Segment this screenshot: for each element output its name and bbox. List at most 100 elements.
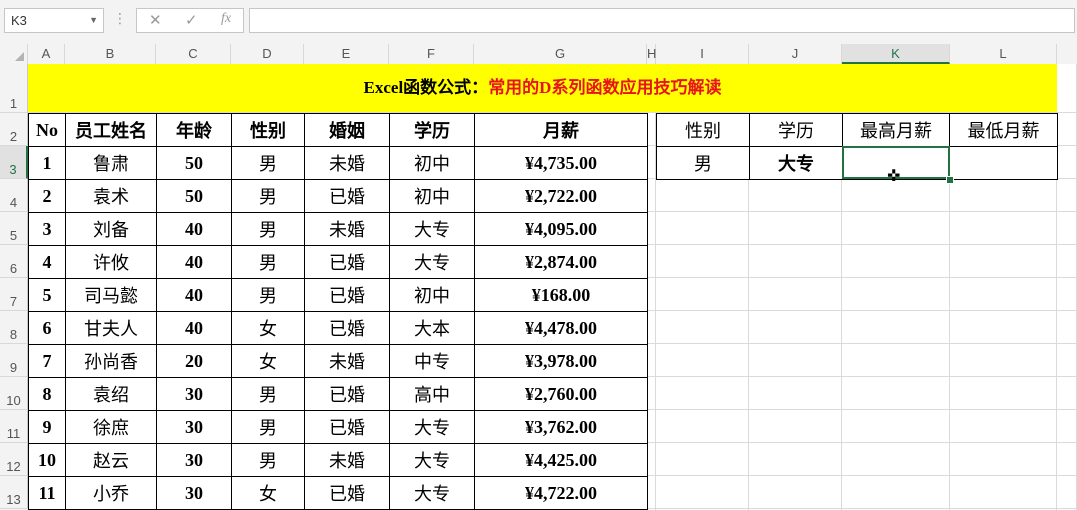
table-cell[interactable]: 8: [28, 377, 66, 411]
row-header-8[interactable]: 8: [0, 311, 28, 344]
table-cell[interactable]: 男: [231, 377, 305, 411]
table-cell[interactable]: 男: [231, 245, 305, 279]
table-cell[interactable]: 40: [156, 245, 232, 279]
table-cell[interactable]: 已婚: [304, 476, 390, 510]
table-cell[interactable]: 袁术: [65, 179, 157, 213]
table-cell[interactable]: 学历: [749, 113, 843, 147]
fx-icon[interactable]: fx: [221, 11, 231, 27]
table-cell[interactable]: 月薪: [474, 113, 648, 147]
table-cell[interactable]: ¥4,722.00: [474, 476, 648, 510]
table-cell[interactable]: 11: [28, 476, 66, 510]
table-cell[interactable]: 未婚: [304, 443, 390, 477]
column-header-d[interactable]: D: [231, 44, 304, 64]
table-cell[interactable]: 男: [231, 278, 305, 312]
column-header-c[interactable]: C: [156, 44, 231, 64]
row-header-13[interactable]: 13: [0, 476, 28, 509]
row-header-10[interactable]: 10: [0, 377, 28, 410]
table-cell[interactable]: 9: [28, 410, 66, 444]
table-cell[interactable]: 男: [231, 146, 305, 180]
table-cell[interactable]: 大专: [749, 146, 843, 180]
column-header-a[interactable]: A: [28, 44, 65, 64]
table-cell[interactable]: 男: [656, 146, 750, 180]
more-options-icon[interactable]: ⋮: [113, 10, 127, 27]
table-cell[interactable]: 赵云: [65, 443, 157, 477]
row-header-6[interactable]: 6: [0, 245, 28, 278]
table-cell[interactable]: 30: [156, 410, 232, 444]
table-cell[interactable]: 小乔: [65, 476, 157, 510]
table-cell[interactable]: 2: [28, 179, 66, 213]
table-cell[interactable]: ¥4,095.00: [474, 212, 648, 246]
table-cell[interactable]: 大专: [389, 443, 475, 477]
table-cell[interactable]: ¥3,978.00: [474, 344, 648, 378]
table-cell[interactable]: 30: [156, 476, 232, 510]
table-cell[interactable]: No: [28, 113, 66, 147]
row-header-2[interactable]: 2: [0, 113, 28, 146]
table-cell[interactable]: 10: [28, 443, 66, 477]
fill-handle[interactable]: [946, 176, 954, 184]
select-all-button[interactable]: [0, 44, 28, 64]
table-cell[interactable]: ¥2,874.00: [474, 245, 648, 279]
table-cell[interactable]: 未婚: [304, 344, 390, 378]
table-cell[interactable]: 4: [28, 245, 66, 279]
table-cell[interactable]: ¥2,760.00: [474, 377, 648, 411]
table-cell[interactable]: 已婚: [304, 410, 390, 444]
column-header-j[interactable]: J: [749, 44, 842, 64]
table-cell[interactable]: 未婚: [304, 212, 390, 246]
column-header-e[interactable]: E: [304, 44, 389, 64]
table-cell[interactable]: 婚姻: [304, 113, 390, 147]
column-header-b[interactable]: B: [65, 44, 156, 64]
table-cell[interactable]: 已婚: [304, 278, 390, 312]
row-header-4[interactable]: 4: [0, 179, 28, 212]
row-header-12[interactable]: 12: [0, 443, 28, 476]
table-cell[interactable]: 鲁肃: [65, 146, 157, 180]
table-cell[interactable]: 徐庶: [65, 410, 157, 444]
column-header-l[interactable]: L: [950, 44, 1057, 64]
table-cell[interactable]: ¥4,735.00: [474, 146, 648, 180]
table-cell[interactable]: 性别: [656, 113, 750, 147]
table-cell[interactable]: 司马懿: [65, 278, 157, 312]
table-cell[interactable]: 30: [156, 443, 232, 477]
table-cell[interactable]: 已婚: [304, 311, 390, 345]
table-cell[interactable]: ¥4,478.00: [474, 311, 648, 345]
table-cell[interactable]: 学历: [389, 113, 475, 147]
table-cell[interactable]: 男: [231, 179, 305, 213]
table-cell[interactable]: 大专: [389, 212, 475, 246]
table-cell[interactable]: ¥168.00: [474, 278, 648, 312]
formula-input[interactable]: [249, 8, 1075, 33]
column-header-k[interactable]: K: [842, 44, 950, 64]
table-cell[interactable]: ¥3,762.00: [474, 410, 648, 444]
table-cell[interactable]: 女: [231, 344, 305, 378]
name-box[interactable]: K3 ▼: [4, 8, 104, 33]
row-header-1[interactable]: 1: [0, 64, 28, 113]
chevron-down-icon[interactable]: ▼: [89, 9, 98, 32]
row-header-5[interactable]: 5: [0, 212, 28, 245]
table-cell[interactable]: 男: [231, 443, 305, 477]
enter-icon[interactable]: ✓: [185, 11, 198, 29]
row-header-11[interactable]: 11: [0, 410, 28, 443]
table-cell[interactable]: 50: [156, 179, 232, 213]
table-cell[interactable]: 最高月薪: [842, 113, 950, 147]
table-cell[interactable]: 高中: [389, 377, 475, 411]
table-cell[interactable]: 7: [28, 344, 66, 378]
table-cell[interactable]: 大本: [389, 311, 475, 345]
table-cell[interactable]: 刘备: [65, 212, 157, 246]
table-cell[interactable]: 初中: [389, 278, 475, 312]
table-cell[interactable]: 最低月薪: [949, 113, 1058, 147]
table-cell[interactable]: 中专: [389, 344, 475, 378]
table-cell[interactable]: 3: [28, 212, 66, 246]
table-cell[interactable]: 许攸: [65, 245, 157, 279]
table-cell[interactable]: 初中: [389, 179, 475, 213]
table-cell[interactable]: 大专: [389, 476, 475, 510]
table-cell[interactable]: 已婚: [304, 245, 390, 279]
table-cell[interactable]: ¥2,722.00: [474, 179, 648, 213]
table-cell[interactable]: 5: [28, 278, 66, 312]
column-header-f[interactable]: F: [389, 44, 474, 64]
table-cell[interactable]: 女: [231, 311, 305, 345]
table-cell[interactable]: 未婚: [304, 146, 390, 180]
row-header-9[interactable]: 9: [0, 344, 28, 377]
sheet-title[interactable]: Excel函数公式：常用的D系列函数应用技巧解读: [28, 64, 1057, 112]
table-cell[interactable]: 1: [28, 146, 66, 180]
table-cell[interactable]: 甘夫人: [65, 311, 157, 345]
cancel-icon[interactable]: ✕: [149, 11, 162, 29]
column-header-h[interactable]: H: [647, 44, 656, 64]
